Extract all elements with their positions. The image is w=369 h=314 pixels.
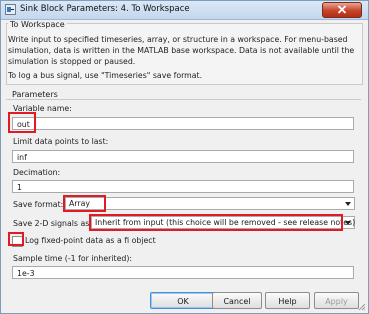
sample-time-label: Sample time (-1 for inherited): — [13, 254, 132, 263]
chevron-down-icon — [345, 221, 351, 225]
variable-name-highlight — [8, 112, 36, 133]
save-format-dropdown[interactable]: Array — [65, 197, 355, 210]
description-line-1: Write input to specified timeseries, arr… — [8, 35, 348, 44]
cancel-button[interactable]: Cancel — [212, 292, 262, 309]
close-button[interactable] — [322, 2, 362, 18]
chevron-down-icon — [345, 202, 351, 206]
description-line-2: simulation, data is written in the MATLA… — [8, 46, 355, 55]
group-title-to-workspace: To Workspace — [8, 20, 67, 29]
help-button[interactable]: Help — [265, 292, 310, 309]
title-bar[interactable]: Sink Block Parameters: 4. To Workspace — [1, 1, 368, 20]
save-2d-signals-label: Save 2-D signals as: — [13, 219, 92, 228]
save-format-highlight — [63, 195, 106, 212]
resize-grip-icon[interactable] — [358, 303, 366, 311]
limit-data-points-field[interactable]: inf — [12, 150, 354, 163]
window-title: Sink Block Parameters: 4. To Workspace — [20, 4, 190, 14]
description-line-3: simulation is stopped or paused. — [8, 57, 136, 66]
log-fixed-point-label: Log fixed-point data as a fi object — [25, 236, 156, 245]
variable-name-field[interactable]: out — [12, 117, 354, 130]
bus-signal-note: To log a bus signal, use "Timeseries" sa… — [8, 71, 203, 80]
parameters-title: Parameters — [12, 90, 58, 99]
log-fixed-point-highlight — [8, 232, 24, 246]
limit-data-points-label: Limit data points to last: — [13, 137, 109, 146]
decimation-label: Decimation: — [13, 168, 61, 177]
sample-time-field[interactable]: 1e-3 — [12, 266, 354, 279]
decimation-field[interactable]: 1 — [12, 180, 354, 193]
parameters-divider — [6, 99, 361, 100]
save-2d-signals-highlight — [89, 214, 343, 231]
save-format-label: Save format: — [13, 200, 64, 209]
ok-button[interactable]: OK — [150, 292, 216, 309]
dialog-window: Sink Block Parameters: 4. To Workspace T… — [0, 0, 369, 314]
apply-button[interactable]: Apply — [314, 292, 359, 309]
simulink-app-icon — [5, 4, 16, 15]
close-icon — [337, 4, 347, 16]
